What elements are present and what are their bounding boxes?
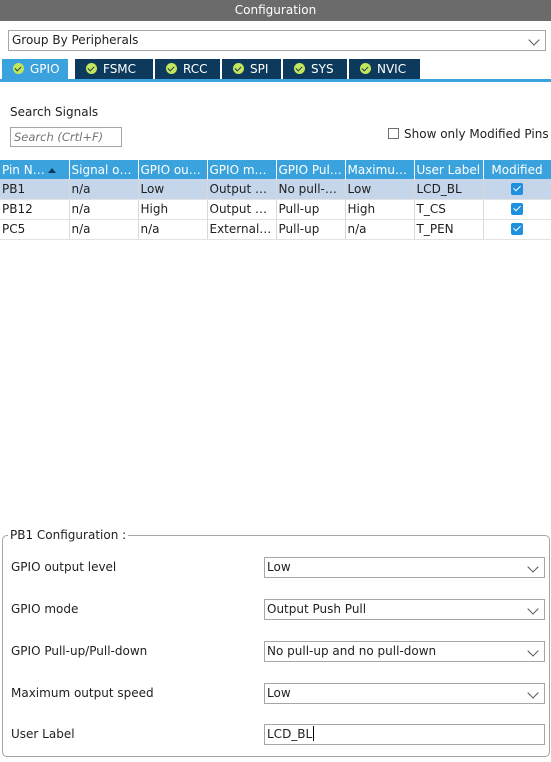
col-signal[interactable]: Signal on…	[69, 160, 139, 179]
chevron-down-icon	[527, 603, 539, 615]
tab-label: SYS	[311, 62, 334, 76]
gpio-mode-label: GPIO mode	[11, 602, 79, 616]
pull-value: No pull-up and no pull-down	[267, 644, 437, 658]
group-by-value: Group By Peripherals	[12, 33, 139, 47]
check-circle-icon	[360, 63, 371, 74]
col-label: Pin N…	[2, 162, 45, 177]
cell-signal: n/a	[69, 219, 139, 240]
cell-mode: Output P…	[207, 179, 277, 200]
checkbox-icon[interactable]	[388, 128, 399, 139]
cell-signal: n/a	[69, 199, 139, 220]
cell-pin: PB1	[0, 179, 70, 200]
pin-table: Pin N… Signal on… GPIO out… GPIO mo… GPI…	[0, 160, 551, 240]
search-input[interactable]	[10, 127, 122, 147]
search-signals-label: Search Signals	[10, 105, 99, 119]
panel-title: Configuration	[0, 0, 551, 21]
check-circle-icon	[86, 63, 97, 74]
gpio-mode-select[interactable]: Output Push Pull	[264, 599, 545, 620]
tab-nvic[interactable]: NVIC	[349, 59, 420, 79]
col-max-speed[interactable]: Maximu…	[345, 160, 415, 179]
chevron-down-icon	[528, 34, 540, 46]
cell-pin: PB12	[0, 199, 70, 220]
cell-pull: Pull-up	[276, 199, 346, 220]
tab-label: SPI	[250, 62, 269, 76]
cell-pull: Pull-up	[276, 219, 346, 240]
check-circle-icon	[166, 63, 177, 74]
col-pin-name[interactable]: Pin N…	[0, 160, 70, 179]
cell-mode: External …	[207, 219, 277, 240]
tab-rcc[interactable]: RCC	[155, 59, 220, 79]
gpio-mode-value: Output Push Pull	[267, 602, 367, 616]
pin-configuration-panel: PB1 Configuration : GPIO output level Lo…	[2, 528, 550, 757]
checkbox-checked-icon	[511, 182, 523, 195]
cell-label: LCD_BL	[414, 179, 484, 200]
chevron-down-icon	[527, 561, 539, 573]
tab-gpio[interactable]: GPIO	[2, 59, 68, 79]
user-label-label: User Label	[11, 727, 75, 741]
checkbox-checked-icon	[511, 203, 523, 215]
show-modified-checkbox[interactable]: Show only Modified Pins	[388, 127, 549, 141]
peripheral-tabs: GPIO FSMC RCC SPI SYS NVIC	[0, 59, 551, 82]
col-user-label[interactable]: User Label	[414, 160, 484, 179]
pull-select[interactable]: No pull-up and no pull-down	[264, 641, 545, 662]
sort-ascending-icon	[47, 167, 56, 173]
cell-speed: Low	[345, 179, 415, 200]
cell-pin: PC5	[0, 219, 70, 240]
text-caret	[313, 726, 315, 741]
cell-modified	[483, 219, 551, 240]
max-speed-label: Maximum output speed	[11, 686, 154, 700]
table-row[interactable]: PC5 n/a n/a External … Pull-up n/a T_PEN	[0, 219, 551, 240]
tab-fsmc[interactable]: FSMC	[75, 59, 153, 79]
config-legend: PB1 Configuration :	[8, 528, 129, 542]
output-level-value: Low	[267, 560, 291, 574]
cell-output: High	[138, 199, 208, 220]
tab-sys[interactable]: SYS	[283, 59, 347, 79]
cell-speed: n/a	[345, 219, 415, 240]
tab-label: NVIC	[377, 62, 407, 76]
show-modified-label: Show only Modified Pins	[404, 127, 549, 141]
user-label-value: LCD_BL	[267, 727, 313, 741]
max-speed-value: Low	[267, 686, 291, 700]
output-level-label: GPIO output level	[11, 560, 117, 574]
cell-modified	[483, 179, 551, 200]
cell-signal: n/a	[69, 179, 139, 200]
cell-modified	[483, 199, 551, 220]
cell-label: T_CS	[414, 199, 484, 220]
check-circle-icon	[294, 63, 305, 74]
check-circle-icon	[233, 63, 244, 74]
tab-label: GPIO	[30, 62, 60, 76]
output-level-select[interactable]: Low	[264, 557, 545, 578]
chevron-down-icon	[527, 645, 539, 657]
cell-label: T_PEN	[414, 219, 484, 240]
table-row[interactable]: PB12 n/a High Output P… Pull-up High T_C…	[0, 199, 551, 220]
col-modified[interactable]: Modified	[483, 160, 551, 179]
checkbox-checked-icon	[511, 223, 523, 235]
check-circle-icon	[13, 63, 24, 74]
table-header-row: Pin N… Signal on… GPIO out… GPIO mo… GPI…	[0, 160, 551, 179]
cell-pull: No pull-u…	[276, 179, 346, 200]
cell-output: n/a	[138, 219, 208, 240]
col-gpio-pull[interactable]: GPIO Pul…	[276, 160, 346, 179]
pull-label: GPIO Pull-up/Pull-down	[11, 644, 148, 658]
col-gpio-mode[interactable]: GPIO mo…	[207, 160, 277, 179]
tab-spi[interactable]: SPI	[222, 59, 281, 79]
cell-speed: High	[345, 199, 415, 220]
tab-label: RCC	[183, 62, 208, 76]
group-by-dropdown[interactable]: Group By Peripherals	[8, 30, 546, 51]
max-speed-select[interactable]: Low	[264, 683, 545, 704]
chevron-down-icon	[527, 687, 539, 699]
col-gpio-output[interactable]: GPIO out…	[138, 160, 208, 179]
table-row[interactable]: PB1 n/a Low Output P… No pull-u… Low LCD…	[0, 179, 551, 200]
cell-output: Low	[138, 179, 208, 200]
cell-mode: Output P…	[207, 199, 277, 220]
tab-label: FSMC	[103, 62, 137, 76]
user-label-input[interactable]: LCD_BL	[264, 724, 545, 745]
